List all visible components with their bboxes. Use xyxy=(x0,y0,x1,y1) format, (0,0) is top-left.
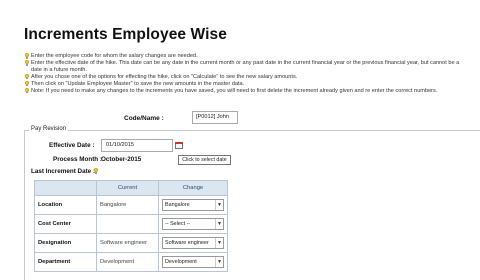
current-value: Development xyxy=(95,252,160,272)
department-select[interactable]: Development ▼ xyxy=(162,256,224,268)
page-title: Increments Employee Wise xyxy=(24,26,227,43)
table-row: Designation Software engineer Software e… xyxy=(34,233,228,253)
calendar-icon[interactable] xyxy=(175,141,184,150)
lightbulb-icon xyxy=(24,80,29,87)
lightbulb-icon xyxy=(24,53,29,59)
instructions-list: Enter the employee code for whom the sal… xyxy=(24,53,464,94)
table-row: Department Development Development ▼ xyxy=(34,252,228,272)
effective-date-input[interactable]: 01/10/2015 xyxy=(101,139,173,152)
instruction-item: Note: If you need to make any changes to… xyxy=(24,87,464,95)
table-header-row: Current Change xyxy=(34,180,228,196)
location-select[interactable]: Bangalore ▼ xyxy=(162,199,224,211)
current-value: Software engineer xyxy=(95,233,160,253)
pay-revision-legend: Pay Revision xyxy=(29,126,69,132)
current-value: Bangalore xyxy=(95,195,160,215)
lightbulb-icon xyxy=(24,59,29,66)
chevron-down-icon: ▼ xyxy=(215,219,223,229)
last-increment-date-label: Last Increment Date : xyxy=(31,168,96,175)
table-row: Location Bangalore Bangalore ▼ xyxy=(34,195,228,215)
effective-date-label: Effective Date : xyxy=(49,142,95,149)
top-bar xyxy=(0,0,480,11)
instruction-item: Enter the employee code for whom the sal… xyxy=(24,53,464,60)
date-tooltip: Click to select date xyxy=(178,155,231,165)
instruction-item: Then click on "Update Employee Master" t… xyxy=(24,80,464,88)
row-label: Designation xyxy=(34,233,97,253)
code-name-input[interactable]: [P0012] John xyxy=(192,111,238,124)
lightbulb-icon xyxy=(24,73,29,80)
process-month-value: October-2015 xyxy=(101,156,142,163)
chevron-down-icon: ▼ xyxy=(215,200,223,210)
column-header-current: Current xyxy=(95,180,160,196)
cost-center-select[interactable]: -- Select -- ▼ xyxy=(162,218,224,230)
code-name-label: Code/Name : xyxy=(124,115,164,122)
current-value xyxy=(95,214,160,234)
lightbulb-icon xyxy=(24,87,29,94)
lightbulb-icon xyxy=(93,168,98,174)
table-row: Cost Center -- Select -- ▼ xyxy=(34,214,228,234)
instruction-item: After you chose one of the options for e… xyxy=(24,73,464,81)
instruction-item: Enter the effective date of the hike. Th… xyxy=(24,59,464,74)
chevron-down-icon: ▼ xyxy=(215,238,223,248)
column-header-change: Change xyxy=(158,180,228,196)
chevron-down-icon: ▼ xyxy=(215,257,223,267)
row-label: Department xyxy=(34,252,97,272)
row-label: Cost Center xyxy=(34,214,97,234)
column-header xyxy=(34,180,97,196)
row-label: Location xyxy=(34,195,97,215)
process-month-label: Process Month : xyxy=(53,156,102,163)
designation-select[interactable]: Software engineer ▼ xyxy=(162,237,224,249)
increment-table: Current Change Location Bangalore Bangal… xyxy=(34,180,228,272)
